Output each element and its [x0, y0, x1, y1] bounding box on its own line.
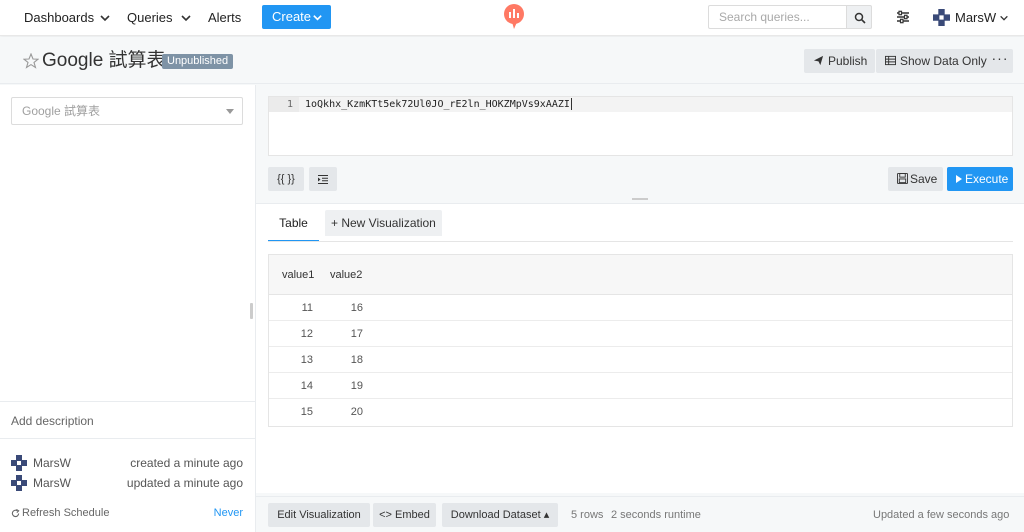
- search-button[interactable]: [846, 5, 872, 29]
- created-info: MarsW created a minute ago: [11, 455, 243, 471]
- search-icon: [854, 12, 866, 24]
- query-editor[interactable]: 1 1oQkhx_KzmKTt5ek72Ul0JO_rE2ln_HOKZMpVs…: [268, 96, 1013, 156]
- table-icon: [885, 55, 896, 66]
- table-cell: 15: [300, 406, 313, 418]
- panel-resize-handle[interactable]: [250, 303, 253, 319]
- paper-plane-icon: [813, 55, 824, 66]
- created-status: created a minute ago: [130, 456, 243, 470]
- column-header-value2[interactable]: value2: [330, 269, 362, 281]
- updated-info: MarsW updated a minute ago: [11, 475, 243, 491]
- save-button[interactable]: Save: [888, 167, 943, 191]
- query-text[interactable]: 1oQkhx_KzmKTt5ek72Ul0JO_rE2ln_HOKZMpVs9x…: [305, 97, 572, 112]
- user-avatar[interactable]: [933, 9, 950, 26]
- table-header: value1 value2: [269, 255, 1012, 295]
- updated-status: updated a minute ago: [126, 476, 243, 490]
- table-cell: 14: [300, 380, 313, 392]
- data-source-select[interactable]: Google 試算表: [11, 97, 243, 125]
- favorite-star-icon[interactable]: [23, 53, 39, 69]
- runtime: 2 seconds runtime: [611, 509, 701, 521]
- user-chevron-down-icon[interactable]: [999, 13, 1009, 23]
- queries-chevron-down-icon[interactable]: [180, 12, 192, 24]
- table-cell: 19: [350, 380, 363, 392]
- search-input[interactable]: [708, 5, 846, 29]
- search-box: [708, 5, 872, 29]
- description-area[interactable]: Add description: [0, 401, 256, 439]
- refresh-schedule-label: Refresh Schedule: [22, 507, 110, 519]
- show-data-only-button[interactable]: Show Data Only: [876, 49, 995, 73]
- status-badge: Unpublished: [162, 54, 234, 69]
- updated-by-user: MarsW: [33, 476, 71, 490]
- indent-icon: [318, 175, 328, 184]
- table-cell: 13: [300, 354, 313, 366]
- results-table: value1 value2 11 16 12 17 13 18 14 19 15…: [268, 254, 1013, 427]
- data-source-value: Google 試算表: [22, 104, 101, 118]
- dashboards-chevron-down-icon[interactable]: [99, 12, 111, 24]
- settings-sliders-icon[interactable]: [896, 10, 910, 24]
- table-row: 11 16: [269, 295, 1012, 321]
- more-actions-button[interactable]: ···: [987, 49, 1013, 73]
- query-header: Google 試算表 Unpublished Publish Show Data…: [0, 37, 1024, 84]
- execute-label: Execute: [965, 172, 1009, 186]
- rows-count: 5 rows: [571, 509, 604, 521]
- column-header-value1[interactable]: value1: [282, 269, 314, 281]
- refresh-schedule-link[interactable]: Never: [214, 507, 243, 519]
- edit-visualization-button[interactable]: Edit Visualization: [268, 503, 370, 527]
- new-visualization-tab[interactable]: + New Visualization: [325, 210, 442, 236]
- top-nav: Dashboards Queries Alerts Create MarsW: [0, 0, 1024, 36]
- save-label: Save: [910, 172, 938, 186]
- table-row: 15 20: [269, 399, 1012, 425]
- query-results: Table + New Visualization value1 value2 …: [256, 203, 1024, 493]
- text-cursor: [570, 98, 572, 110]
- create-button[interactable]: Create: [262, 5, 331, 29]
- publish-button[interactable]: Publish: [804, 49, 876, 73]
- table-cell: 18: [350, 354, 363, 366]
- execute-button[interactable]: Execute: [947, 167, 1013, 191]
- format-query-button[interactable]: [309, 167, 337, 191]
- show-data-only-label: Show Data Only: [900, 54, 987, 68]
- create-button-label: Create: [272, 9, 312, 24]
- nav-alerts[interactable]: Alerts: [208, 0, 241, 36]
- caret-down-icon: [226, 109, 234, 114]
- play-icon: [956, 175, 962, 183]
- line-number: 1: [286, 99, 293, 110]
- table-cell: 16: [350, 302, 363, 314]
- query-metadata-panel: Google 試算表 Add description MarsW created…: [0, 85, 256, 532]
- table-cell: 11: [301, 302, 313, 314]
- updated-time: Updated a few seconds ago: [873, 509, 1010, 521]
- floppy-disk-icon: [897, 173, 908, 184]
- editor-resize-handle[interactable]: [632, 198, 648, 200]
- download-dataset-button[interactable]: Download Dataset ▴: [442, 503, 558, 527]
- embed-button[interactable]: <> Embed: [373, 503, 436, 527]
- avatar: [11, 455, 27, 471]
- results-footer: Edit Visualization <> Embed Download Dat…: [256, 496, 1024, 532]
- table-row: 13 18: [269, 347, 1012, 373]
- tab-table[interactable]: Table: [268, 210, 319, 242]
- created-by-user: MarsW: [33, 456, 71, 470]
- add-parameter-button[interactable]: {{ }}: [268, 167, 304, 191]
- table-row: 12 17: [269, 321, 1012, 347]
- nav-dashboards[interactable]: Dashboards: [24, 0, 94, 36]
- tab-divider: [268, 241, 1013, 242]
- redash-logo-icon[interactable]: [503, 4, 525, 30]
- user-menu-name[interactable]: MarsW: [955, 0, 996, 36]
- avatar: [11, 475, 27, 491]
- table-row: 14 19: [269, 373, 1012, 399]
- table-cell: 17: [350, 328, 363, 340]
- chevron-down-icon: [313, 15, 322, 21]
- refresh-icon: [11, 509, 20, 518]
- add-description-label: Add description: [11, 414, 94, 428]
- page-title[interactable]: Google 試算表: [42, 49, 166, 73]
- table-cell: 20: [350, 406, 363, 418]
- publish-label: Publish: [828, 54, 868, 68]
- query-text-content: 1oQkhx_KzmKTt5ek72Ul0JO_rE2ln_HOKZMpVs9x…: [305, 99, 570, 110]
- nav-queries[interactable]: Queries: [127, 0, 173, 36]
- table-cell: 12: [300, 328, 313, 340]
